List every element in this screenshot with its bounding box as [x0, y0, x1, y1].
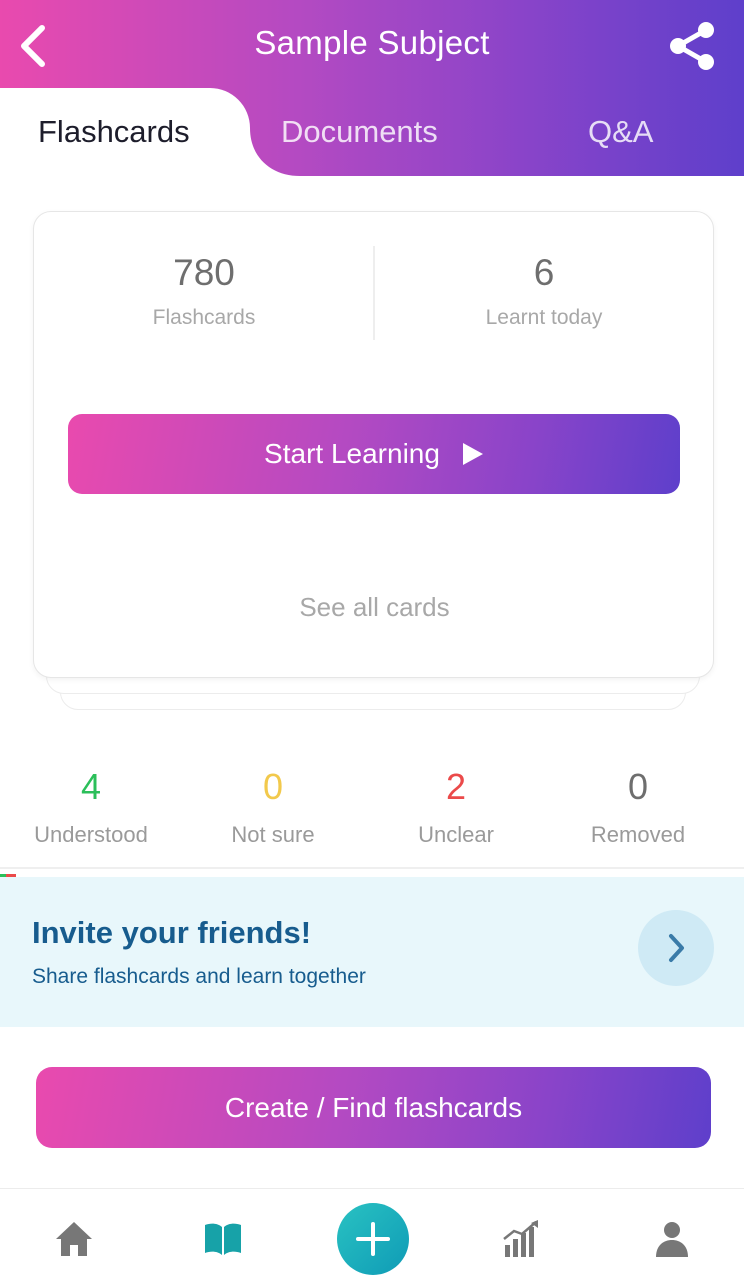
- home-icon: [56, 1222, 92, 1256]
- card-status-summary: 4 Understood 0 Not sure 2 Unclear 0 Remo…: [0, 766, 744, 856]
- flashcards-count: 780: [173, 252, 235, 293]
- profile-icon: [656, 1222, 688, 1257]
- unclear-label: Unclear: [418, 822, 494, 847]
- start-learning-button[interactable]: Start Learning: [68, 414, 680, 494]
- app-header: Sample Subject Flashcards Documents Q&A: [0, 0, 744, 176]
- learnt-today-label: Learnt today: [485, 306, 603, 329]
- unclear-count: 2: [445, 766, 467, 807]
- nav-statistics[interactable]: [502, 1219, 542, 1259]
- bottom-navigation: [0, 1188, 744, 1280]
- play-icon: [462, 443, 483, 465]
- create-find-flashcards-label: Create / Find flashcards: [224, 1091, 523, 1123]
- book-icon: [205, 1223, 241, 1255]
- status-removed[interactable]: 0 Removed: [547, 766, 729, 848]
- progress-accent: [0, 869, 16, 882]
- status-not-sure[interactable]: 0 Not sure: [182, 766, 364, 848]
- chevron-right-icon: [669, 934, 684, 962]
- removed-count: 0: [627, 766, 649, 807]
- learnt-today-count: 6: [533, 252, 555, 293]
- invite-friends-banner[interactable]: Invite your friends! Share flashcards an…: [0, 877, 744, 1027]
- page-title: Sample Subject: [254, 24, 490, 61]
- nav-add-button[interactable]: [337, 1203, 409, 1275]
- removed-label: Removed: [590, 822, 686, 847]
- tab-flashcards-label[interactable]: Flashcards: [38, 114, 190, 150]
- share-icon: [670, 22, 714, 70]
- start-learning-label: Start Learning: [264, 438, 440, 469]
- tab-qa[interactable]: Q&A: [588, 114, 653, 150]
- stats-icon: [503, 1220, 538, 1257]
- not-sure-count: 0: [262, 766, 284, 807]
- tab-documents[interactable]: Documents: [281, 114, 438, 150]
- understood-label: Understood: [34, 822, 148, 847]
- flashcards-summary-card: 780 Flashcards 6 Learnt today Start Lear…: [33, 211, 714, 678]
- flashcards-stat: 780 Flashcards: [34, 252, 374, 330]
- nav-home[interactable]: [54, 1219, 94, 1259]
- nav-library[interactable]: [203, 1219, 243, 1259]
- status-understood[interactable]: 4 Understood: [0, 766, 182, 848]
- invite-arrow-button[interactable]: [638, 910, 714, 986]
- nav-profile[interactable]: [652, 1219, 692, 1259]
- understood-count: 4: [80, 766, 102, 807]
- tab-bar: Flashcards Documents Q&A: [0, 88, 744, 176]
- see-all-cards-link[interactable]: See all cards: [34, 592, 715, 623]
- not-sure-label: Not sure: [231, 822, 315, 847]
- share-button[interactable]: [664, 18, 720, 74]
- invite-subtitle: Share flashcards and learn together: [32, 965, 366, 988]
- divider: [0, 867, 744, 869]
- learnt-today-stat: 6 Learnt today: [374, 252, 714, 330]
- create-find-flashcards-button[interactable]: Create / Find flashcards: [36, 1067, 711, 1148]
- add-icon: [356, 1222, 390, 1256]
- invite-title: Invite your friends!: [32, 915, 312, 950]
- flashcards-count-label: Flashcards: [152, 306, 256, 329]
- status-unclear[interactable]: 2 Unclear: [365, 766, 547, 848]
